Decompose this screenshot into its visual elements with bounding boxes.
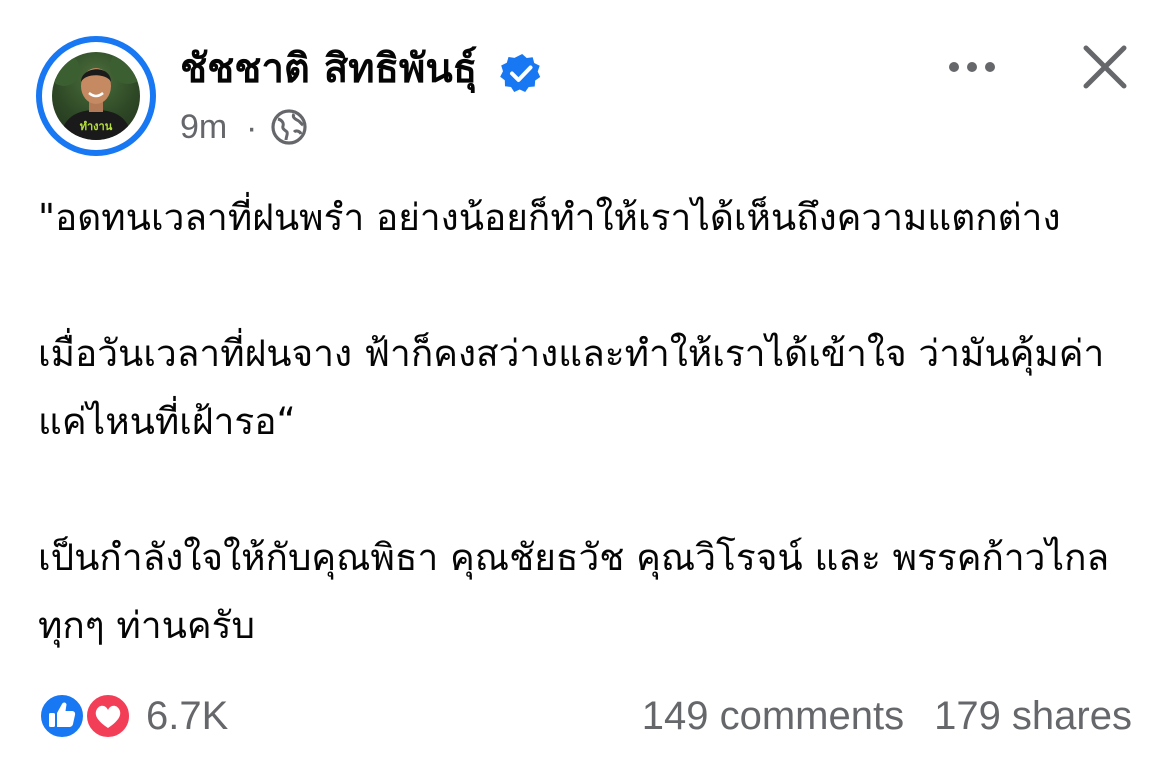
profile-avatar[interactable]: ทำงาน — [36, 36, 156, 156]
shares-count[interactable]: 179 shares — [934, 694, 1132, 738]
reaction-icons[interactable] — [36, 690, 134, 742]
post-paragraph-3: เป็นกำลังใจให้กับคุณพิธา คุณชัยธวัช คุณว… — [38, 536, 1110, 647]
author-name[interactable]: ชัชชาติ สิทธิพันธุ์ — [180, 40, 477, 98]
like-icon — [37, 691, 87, 741]
globe-icon[interactable] — [270, 108, 308, 146]
close-icon[interactable] — [1082, 44, 1128, 90]
verified-badge-icon — [500, 54, 541, 92]
avatar-shirt-text: ทำงาน — [80, 120, 113, 133]
meta-separator: · — [246, 109, 258, 147]
post-timestamp[interactable]: 9m — [180, 106, 227, 148]
engagement-stats: 149 comments 179 shares — [642, 688, 1132, 744]
love-icon — [83, 691, 133, 741]
more-horizontal-icon[interactable] — [944, 52, 1000, 82]
comments-count[interactable]: 149 comments — [642, 694, 904, 738]
post-paragraph-2: เมื่อวันเวลาที่ฝนจาง ฟ้าก็คงสว่างและทำให… — [38, 332, 1105, 443]
post-body: "อดทนเวลาที่ฝนพรำ อย่างน้อยก็ทำให้เราได้… — [38, 184, 1138, 660]
reaction-count[interactable]: 6.7K — [146, 688, 228, 744]
facebook-post: ทำงาน ชัชชาติ สิทธิพันธุ์ 9m · "อดทนเวลา… — [0, 0, 1170, 779]
post-paragraph-1: "อดทนเวลาที่ฝนพรำ อย่างน้อยก็ทำให้เราได้… — [38, 196, 1061, 239]
avatar-photo: ทำงาน — [52, 52, 140, 140]
